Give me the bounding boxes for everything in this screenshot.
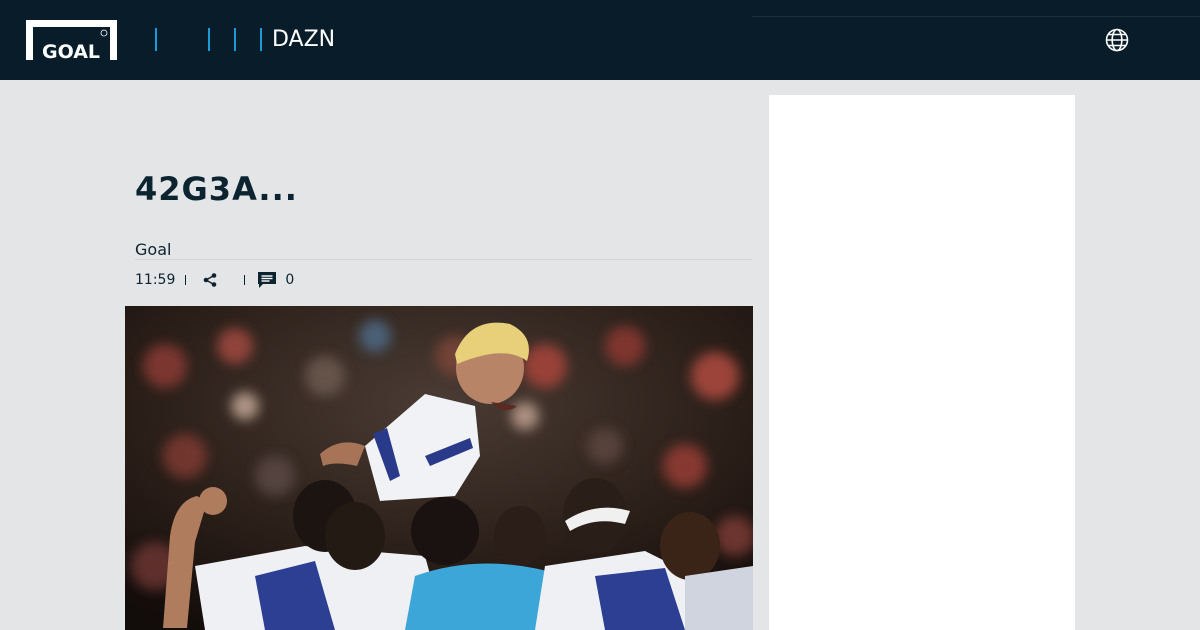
nav-link-dazn[interactable]: DAZN bbox=[272, 25, 335, 55]
meta-separator bbox=[244, 275, 246, 285]
share-icon[interactable] bbox=[202, 272, 218, 288]
article-hero-image bbox=[125, 306, 753, 630]
article-title: 42G3A... bbox=[135, 170, 298, 208]
site-header: GOAL DAZN bbox=[0, 0, 1200, 80]
nav-separator bbox=[208, 28, 210, 51]
comment-count[interactable]: 0 bbox=[285, 272, 294, 288]
article-time: 11:59 bbox=[135, 272, 176, 288]
globe-icon[interactable] bbox=[1105, 28, 1129, 52]
goal-logo[interactable]: GOAL bbox=[26, 20, 117, 60]
header-divider bbox=[752, 16, 1200, 17]
sidebar-ad-slot bbox=[769, 95, 1075, 630]
byline-divider bbox=[135, 259, 752, 260]
article-author[interactable]: Goal bbox=[135, 240, 171, 259]
celebration-photo bbox=[125, 306, 753, 630]
nav-separator bbox=[155, 28, 157, 51]
article-meta: 11:59 0 bbox=[135, 270, 294, 290]
comment-icon[interactable] bbox=[257, 271, 277, 289]
nav-separator bbox=[260, 28, 262, 51]
meta-separator bbox=[185, 275, 187, 285]
nav-separator bbox=[234, 28, 236, 51]
logo-text: GOAL bbox=[42, 41, 100, 60]
